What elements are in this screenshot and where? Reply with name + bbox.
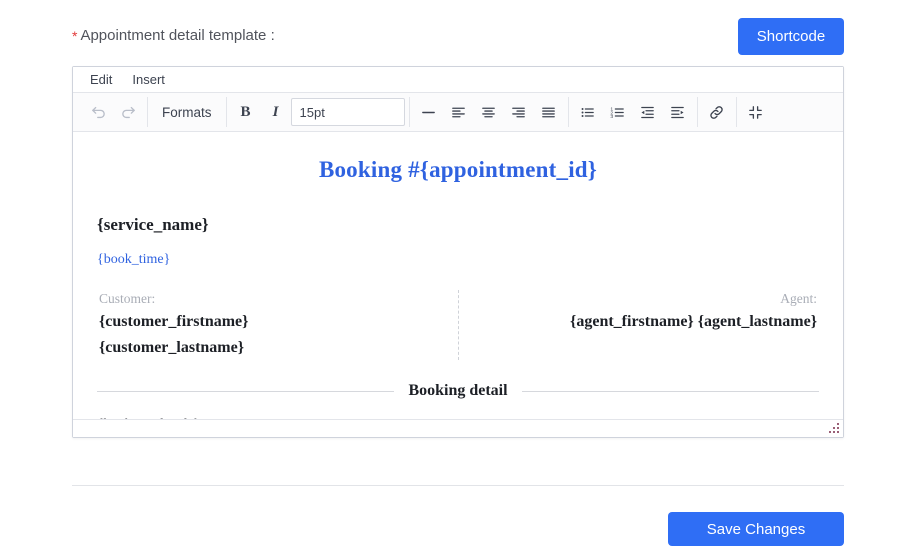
customer-firstname-placeholder: {customer_firstname}	[99, 313, 249, 330]
link-icon[interactable]	[702, 98, 732, 126]
column-divider	[458, 290, 459, 360]
save-changes-button[interactable]: Save Changes	[668, 512, 844, 546]
footer-divider	[72, 485, 844, 486]
toolbar-group-lists: 1 2 3	[569, 97, 698, 127]
toolbar-group-align	[410, 97, 569, 127]
customer-caption: Customer:	[99, 291, 156, 306]
toolbar-group-style: B I	[227, 97, 410, 127]
editor-resize-handle[interactable]	[829, 423, 840, 434]
formats-menu-button[interactable]: Formats	[152, 98, 222, 126]
legend-label: Booking detail	[408, 382, 508, 399]
customer-agent-row: Customer: {customer_firstname} {customer…	[85, 290, 831, 362]
align-left-icon[interactable]	[444, 98, 474, 126]
outdent-icon[interactable]	[633, 98, 663, 126]
appointment-template-page: * Appointment detail template : Shortcode…	[0, 0, 911, 554]
menu-insert[interactable]: Insert	[123, 70, 174, 89]
font-size-input[interactable]	[290, 98, 405, 126]
redo-icon[interactable]	[113, 98, 143, 126]
agent-caption: Agent:	[780, 291, 817, 306]
rich-text-editor[interactable]: Edit Insert Formats B I 15pt 1 2 3 Booki…	[72, 66, 844, 438]
toolbar-group-formats: Formats	[148, 97, 227, 127]
toolbar-group-view	[737, 97, 775, 127]
field-header: * Appointment detail template : Shortcode	[72, 18, 844, 58]
booking-detail-legend: Booking detail	[97, 382, 820, 400]
menu-edit[interactable]: Edit	[81, 70, 121, 89]
required-asterisk: *	[72, 28, 78, 44]
toolbar-group-link	[698, 97, 737, 127]
page-title: * Appointment detail template :	[72, 26, 275, 46]
editor-statusbar	[73, 419, 843, 437]
align-right-icon[interactable]	[504, 98, 534, 126]
svg-text:3: 3	[610, 114, 613, 120]
agent-column: Agent: {agent_firstname} {agent_lastname…	[458, 290, 831, 362]
customer-lastname-placeholder: {customer_lastname}	[99, 339, 245, 356]
bold-button[interactable]: B	[231, 98, 261, 126]
shortcode-button[interactable]: Shortcode	[738, 18, 844, 55]
legend-rule-left	[97, 390, 395, 392]
customer-column: Customer: {customer_firstname} {customer…	[85, 290, 458, 362]
align-justify-icon[interactable]	[534, 98, 564, 126]
editor-menubar: Edit Insert	[73, 67, 843, 93]
book-time-placeholder: {book_time}	[97, 252, 171, 267]
legend-rule-right	[521, 390, 820, 392]
align-center-icon[interactable]	[474, 98, 504, 126]
editor-toolbar: Formats B I 15pt 1 2 3	[73, 93, 843, 132]
indent-icon[interactable]	[663, 98, 693, 126]
bullet-list-icon[interactable]	[573, 98, 603, 126]
service-name-placeholder: {service_name}	[97, 215, 209, 234]
numbered-list-icon[interactable]: 1 2 3	[603, 98, 633, 126]
document-title: Booking #{appointment_id}	[318, 157, 598, 182]
undo-icon[interactable]	[83, 98, 113, 126]
field-label-text: Appointment detail template :	[80, 27, 275, 44]
toolbar-group-history	[79, 97, 148, 127]
fullscreen-icon[interactable]	[741, 98, 771, 126]
agent-name-placeholder: {agent_firstname} {agent_lastname}	[570, 313, 817, 330]
italic-button[interactable]: I	[261, 98, 291, 126]
editor-content-area[interactable]: Booking #{appointment_id} {service_name}…	[73, 133, 843, 419]
horizontal-rule-icon[interactable]	[414, 98, 444, 126]
